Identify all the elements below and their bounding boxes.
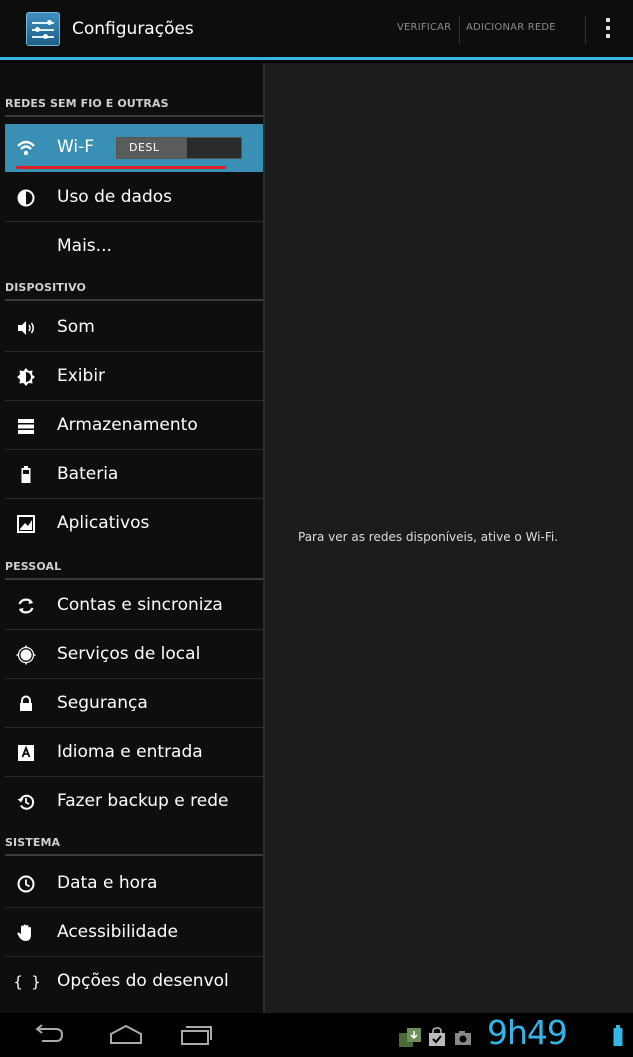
sidebar-item-apps[interactable]: Aplicativos [5, 500, 263, 548]
sidebar-item-label: Armazenamento [57, 415, 198, 435]
action-divider [585, 16, 586, 44]
back-icon[interactable] [32, 1023, 68, 1047]
sidebar-item-data-usage[interactable]: Uso de dados [5, 174, 263, 222]
braces-icon: { } [13, 973, 41, 991]
settings-app-icon[interactable] [26, 12, 60, 46]
lock-icon [16, 694, 36, 714]
display-icon [16, 367, 36, 387]
action-bar: Configurações VERIFICAR ADICIONAR REDE [0, 0, 633, 60]
overflow-menu-icon[interactable] [605, 18, 611, 42]
sidebar-item-location[interactable]: Serviços de local [5, 631, 263, 679]
download-notification-icon[interactable] [398, 1027, 422, 1053]
sidebar-item-language[interactable]: Idioma e entrada [5, 729, 263, 777]
sidebar-item-label: Wi-F [57, 137, 95, 157]
clock-icon [16, 874, 36, 894]
sidebar-item-accounts-sync[interactable]: Contas e sincroniza [5, 582, 263, 630]
apps-icon [16, 514, 36, 534]
sidebar-item-more[interactable]: Mais... [5, 223, 263, 271]
status-clock[interactable]: 9h49 [487, 1013, 568, 1052]
sidebar-item-label: Mais... [57, 236, 112, 256]
section-header-device: DISPOSITIVO [5, 271, 263, 301]
verify-button[interactable]: VERIFICAR [397, 22, 451, 33]
battery-icon [16, 465, 36, 485]
language-icon [16, 743, 36, 763]
wifi-toggle[interactable]: DESL [116, 137, 242, 159]
sidebar-item-label: Opções do desenvol [57, 971, 229, 991]
home-icon[interactable] [108, 1023, 144, 1047]
sidebar-item-label: Aplicativos [57, 513, 150, 533]
sidebar-item-label: Idioma e entrada [57, 742, 203, 762]
sidebar-item-storage[interactable]: Armazenamento [5, 402, 263, 450]
sidebar-item-security[interactable]: Segurança [5, 680, 263, 728]
wifi-off-message: Para ver as redes disponíveis, ative o W… [298, 530, 559, 544]
backup-icon [16, 792, 36, 812]
wifi-icon [16, 138, 36, 158]
hand-icon [16, 923, 36, 943]
sidebar-item-wifi[interactable]: Wi-F DESL [5, 124, 263, 172]
sidebar-item-label: Bateria [57, 464, 119, 484]
system-bar: 9h49 [0, 1013, 633, 1057]
settings-list: REDES SEM FIO E OUTRAS Wi-F DESL Uso de … [0, 63, 263, 1013]
sidebar-item-label: Segurança [57, 693, 148, 713]
detail-pane: Para ver as redes disponíveis, ative o W… [263, 63, 633, 1013]
sidebar-item-backup[interactable]: Fazer backup e rede [5, 778, 263, 826]
sidebar-item-label: Fazer backup e rede [57, 791, 229, 811]
sidebar-item-display[interactable]: Exibir [5, 353, 263, 401]
section-header-personal: PESSOAL [5, 550, 263, 580]
sidebar-item-developer-options[interactable]: { } Opções do desenvol [5, 958, 263, 1006]
sound-icon [16, 318, 36, 338]
camera-icon[interactable] [454, 1030, 472, 1050]
data-usage-icon [16, 188, 36, 208]
sidebar-item-label: Data e hora [57, 873, 158, 893]
sidebar-item-label: Serviços de local [57, 644, 201, 664]
add-network-button[interactable]: ADICIONAR REDE [466, 22, 556, 33]
recent-apps-icon[interactable] [178, 1023, 214, 1047]
wifi-toggle-label: DESL [129, 141, 160, 154]
location-icon [16, 645, 36, 665]
sidebar-item-label: Uso de dados [57, 187, 173, 207]
section-header-system: SISTEMA [5, 826, 263, 856]
sidebar-item-label: Exibir [57, 366, 106, 386]
storage-icon [16, 416, 36, 436]
red-underline-annotation [16, 166, 226, 169]
sidebar-item-sound[interactable]: Som [5, 304, 263, 352]
action-divider [459, 16, 460, 44]
section-header-wireless: REDES SEM FIO E OUTRAS [5, 87, 263, 117]
page-title: Configurações [72, 19, 194, 39]
shopping-bag-icon[interactable] [428, 1027, 446, 1051]
sidebar-item-label: Som [57, 317, 95, 337]
sidebar-item-date-time[interactable]: Data e hora [5, 860, 263, 908]
sidebar-item-battery[interactable]: Bateria [5, 451, 263, 499]
sidebar-item-label: Acessibilidade [57, 922, 178, 942]
battery-status-icon[interactable] [613, 1025, 623, 1051]
sync-icon [16, 596, 36, 616]
sidebar-item-accessibility[interactable]: Acessibilidade [5, 909, 263, 957]
sidebar-item-label: Contas e sincroniza [57, 595, 223, 615]
